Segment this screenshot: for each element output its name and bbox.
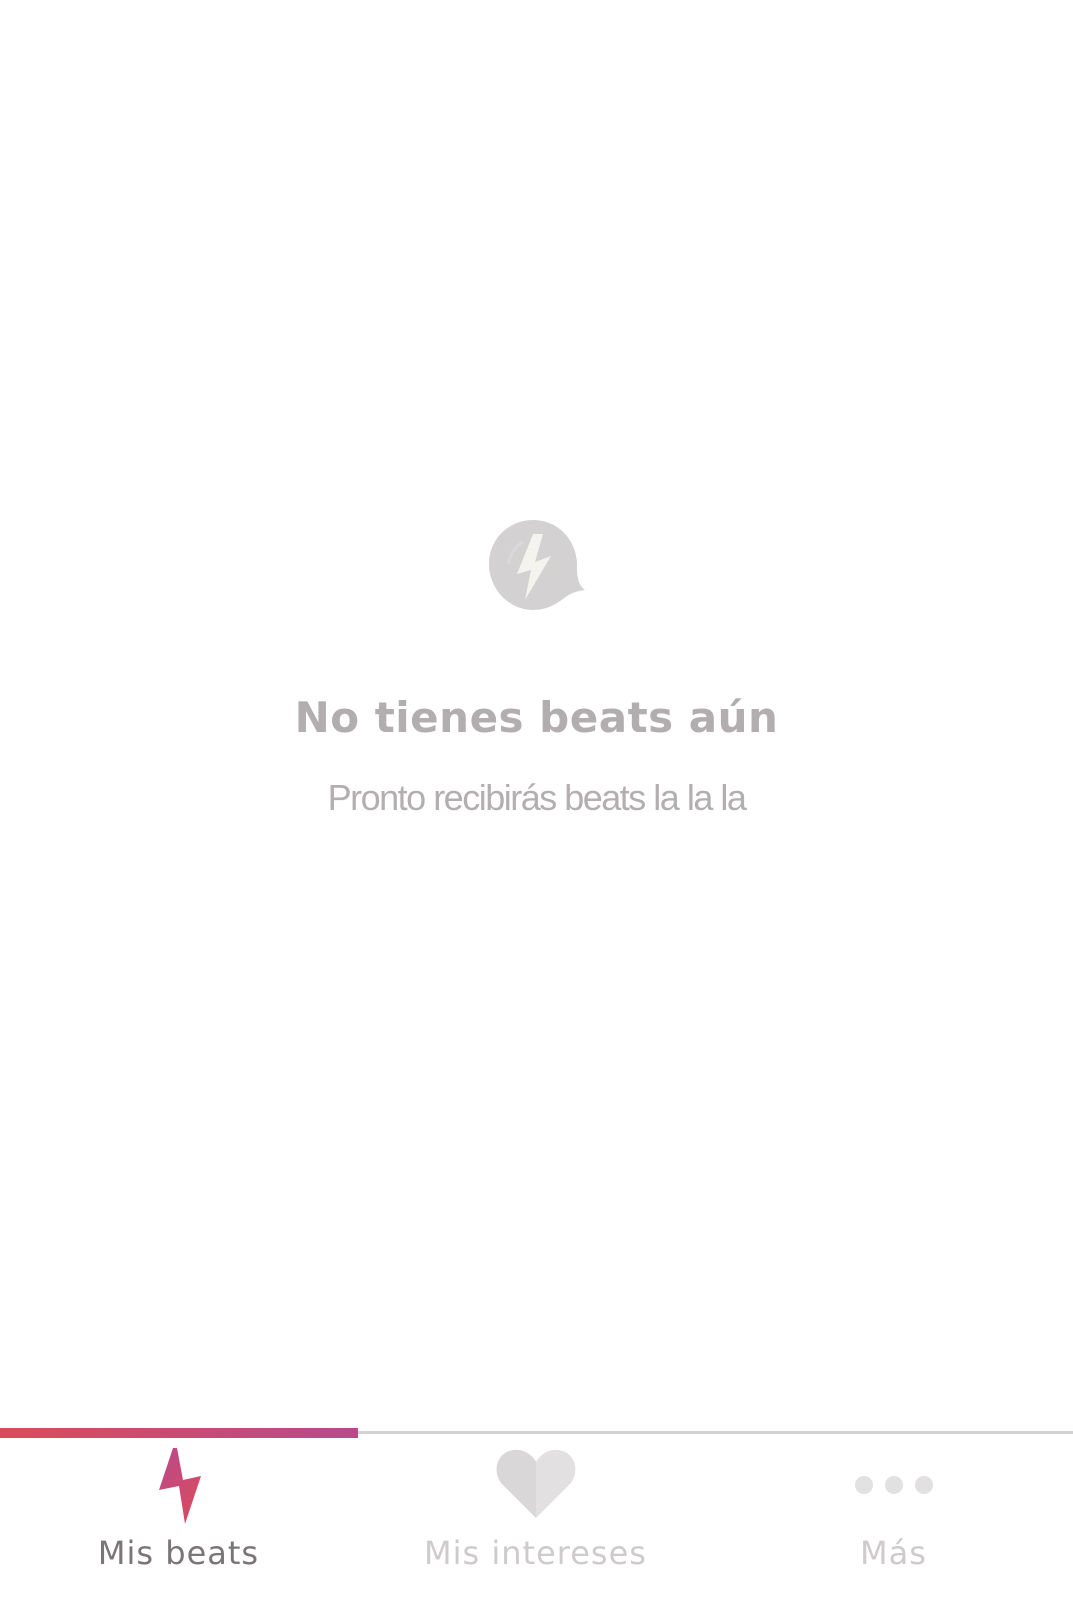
tab-mis-beats[interactable]: Mis beats bbox=[0, 1438, 357, 1608]
empty-state-subtitle: Pronto recibirás beats la la la bbox=[327, 777, 747, 818]
tab-label: Más bbox=[860, 1534, 927, 1572]
bottom-tab-bar: Mis beats Mis intereses Más bbox=[0, 1428, 1073, 1618]
more-dots-icon bbox=[854, 1476, 933, 1494]
lightning-icon bbox=[158, 1448, 201, 1524]
active-tab-indicator bbox=[0, 1428, 358, 1438]
tab-label: Mis beats bbox=[97, 1534, 260, 1572]
tab-mas[interactable]: Más bbox=[714, 1438, 1073, 1608]
empty-state-title: No tienes beats aún bbox=[294, 693, 779, 742]
heart-icon bbox=[496, 1449, 575, 1518]
tab-label: Mis intereses bbox=[424, 1534, 647, 1572]
tab-mis-intereses[interactable]: Mis intereses bbox=[357, 1438, 714, 1608]
beat-bubble-icon bbox=[489, 520, 585, 610]
